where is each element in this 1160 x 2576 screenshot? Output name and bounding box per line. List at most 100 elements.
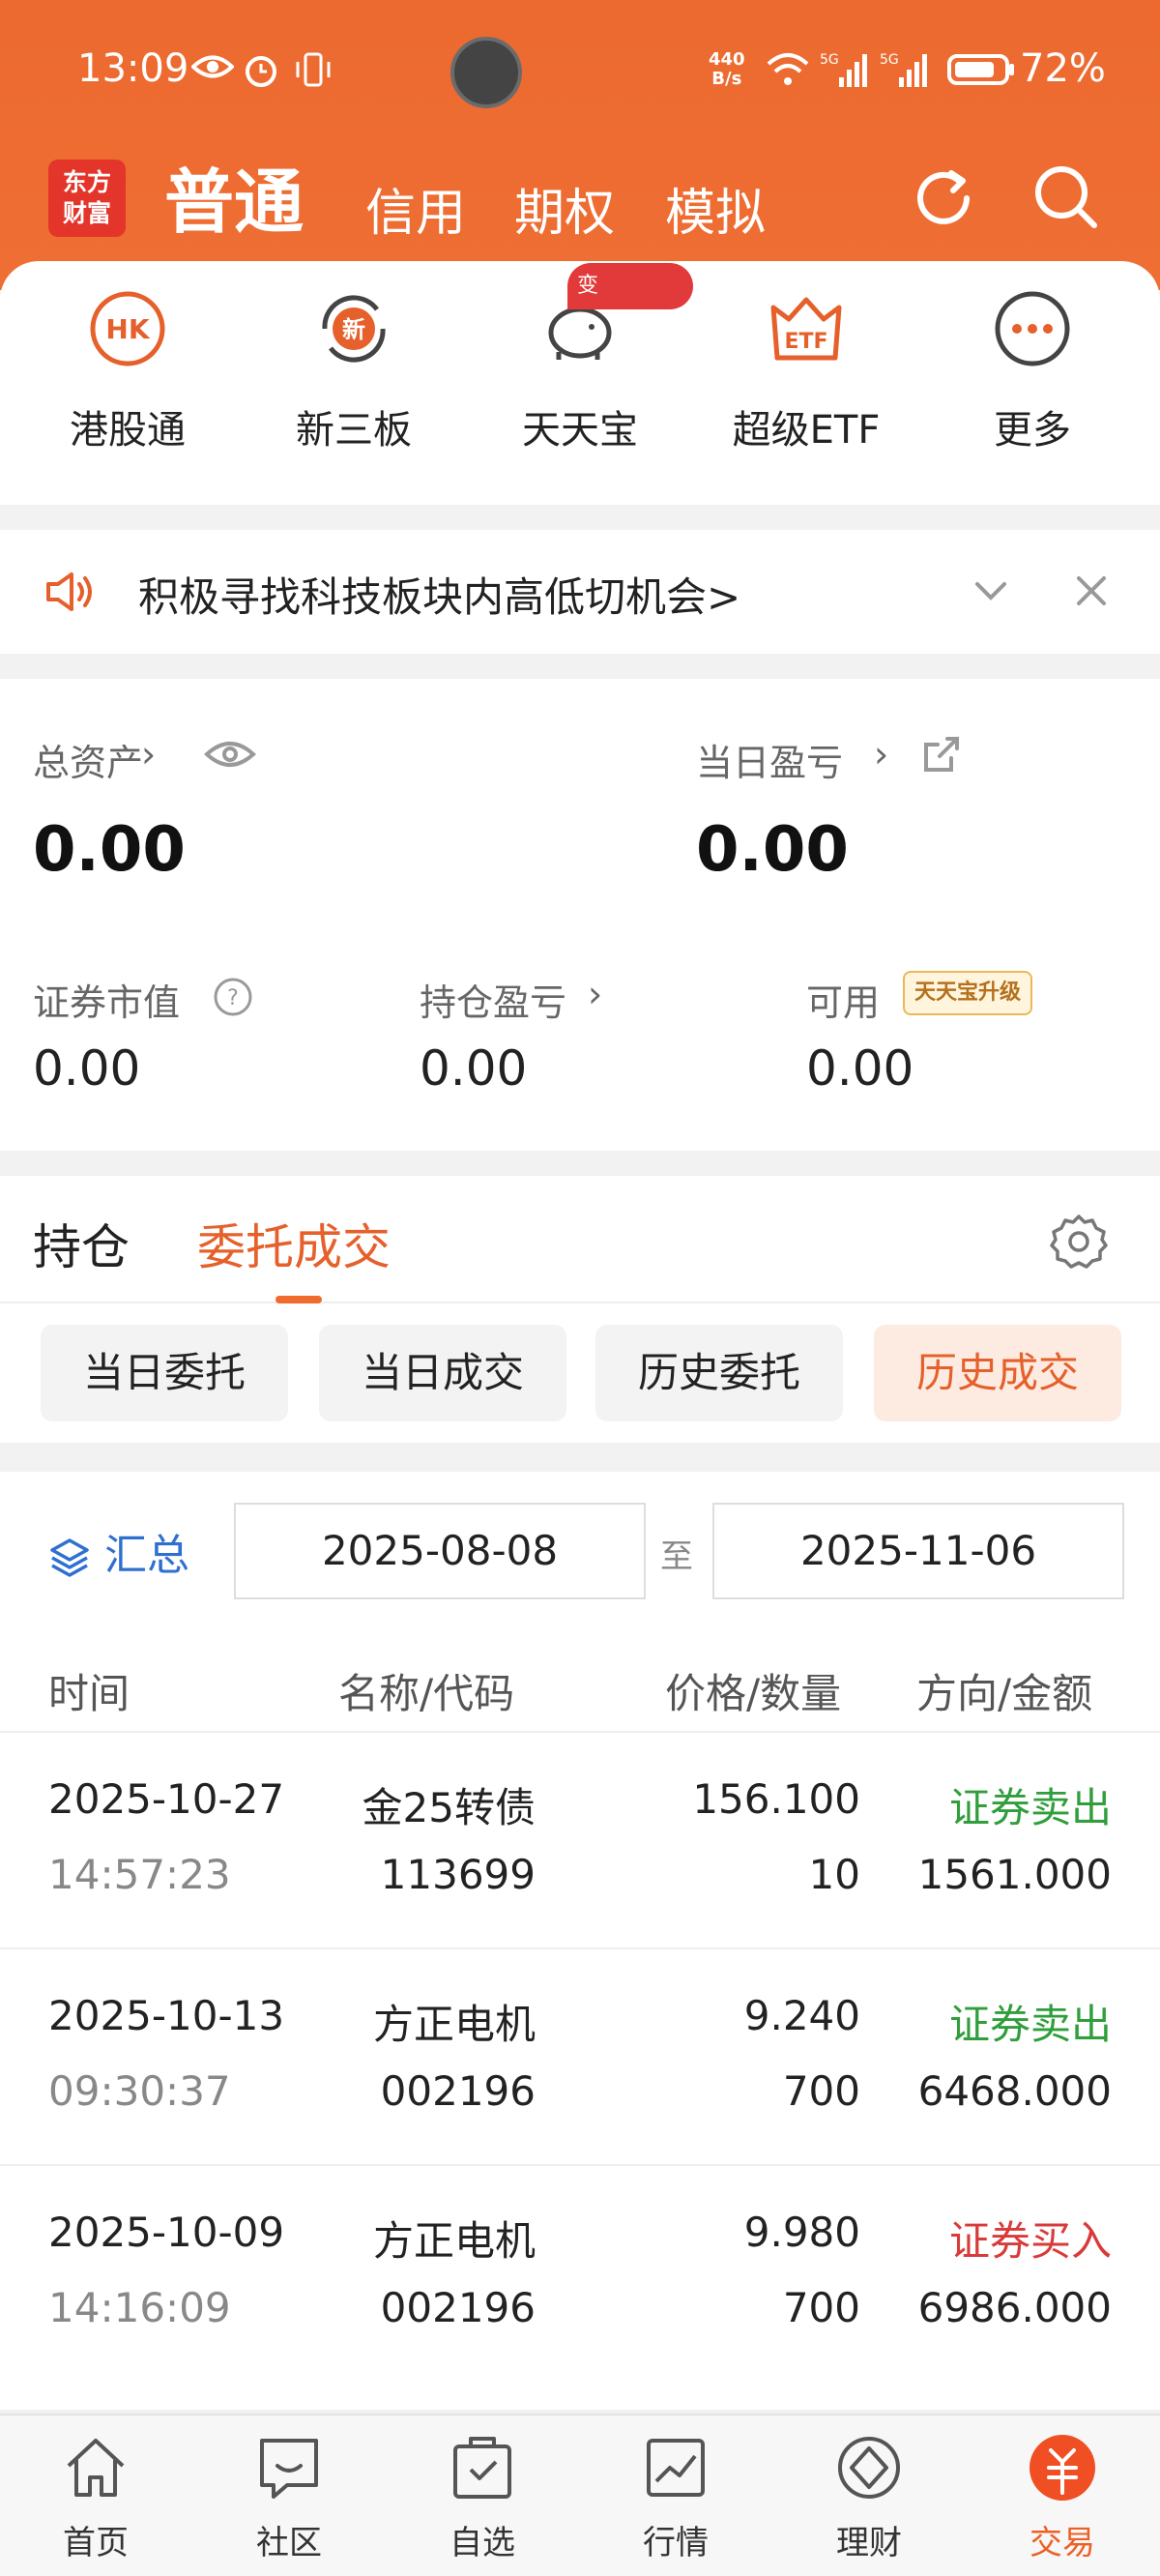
- nav-label: 理财: [836, 2524, 902, 2562]
- trade-direction: 证券买入: [948, 2217, 1112, 2265]
- nav-label: 交易: [1030, 2524, 1095, 2562]
- daily-pl-value: 0.00: [696, 814, 849, 886]
- stock-name: 方正电机: [372, 2217, 536, 2265]
- account-mode-bar: 东方 财富 普通 信用 期权 模拟: [0, 145, 1160, 251]
- trade-price: 9.240: [743, 1992, 860, 2039]
- status-time: 13:09: [77, 46, 189, 91]
- mode-tab-options[interactable]: 期权: [514, 172, 615, 245]
- summary-button[interactable]: 汇总: [48, 1520, 189, 1582]
- trade-date: 2025-10-27: [48, 1775, 285, 1823]
- end-date-field[interactable]: 2025-11-06: [712, 1503, 1124, 1599]
- battery-icon: [947, 54, 1014, 85]
- quick-label: 天天宝: [522, 408, 638, 453]
- summary-label: 汇总: [104, 1531, 189, 1580]
- trade-quantity: 700: [782, 2067, 860, 2115]
- quick-label: 新三板: [296, 408, 412, 453]
- eye-toggle-icon[interactable]: [203, 737, 257, 772]
- bottom-navigation: 首页 社区 自选 行情 理财 交易: [0, 2414, 1160, 2576]
- trade-history: 汇总 2025-08-08 至 2025-11-06 时间 名称/代码 价格/数…: [0, 1472, 1160, 2410]
- upgrade-tag[interactable]: 天天宝升级: [903, 971, 1033, 1015]
- trade-time: 14:57:23: [48, 1851, 231, 1898]
- nav-community[interactable]: 社区: [217, 2433, 362, 2563]
- net-speed-unit: B/s: [711, 69, 742, 89]
- layers-icon: [50, 1538, 89, 1577]
- svg-text:?: ?: [227, 986, 239, 1010]
- tab-orders[interactable]: 委托成交: [197, 1209, 391, 1278]
- svg-text:ETF: ETF: [784, 330, 827, 354]
- subtab-history-trades[interactable]: 历史成交: [874, 1325, 1121, 1421]
- mode-tab-normal[interactable]: 普通: [164, 145, 304, 247]
- quick-item-hk-connect[interactable]: HK 港股通: [31, 288, 224, 454]
- status-bar: 13:09 440 B/s 5G 5G 72%: [0, 37, 1160, 108]
- chevron-right-icon: ›: [588, 973, 603, 1015]
- mode-tab-simulated[interactable]: 模拟: [665, 172, 766, 245]
- quick-item-more[interactable]: 更多: [936, 288, 1129, 454]
- nav-label: 首页: [63, 2524, 129, 2562]
- wifi-icon: [767, 53, 809, 85]
- tab-holdings[interactable]: 持仓: [33, 1209, 130, 1278]
- position-tabs: 持仓 委托成交: [0, 1176, 1160, 1303]
- quick-label: 超级ETF: [732, 408, 881, 453]
- app-logo: 东方 财富: [48, 160, 126, 237]
- network-speed: 440 B/s: [709, 50, 745, 89]
- subtab-history-orders[interactable]: 历史委托: [595, 1325, 843, 1421]
- nav-label: 行情: [643, 2524, 709, 2562]
- nav-label: 自选: [450, 2524, 515, 2562]
- active-tab-indicator: [276, 1296, 322, 1303]
- trade-icon: [1030, 2435, 1095, 2501]
- trade-date: 2025-10-09: [48, 2209, 285, 2256]
- header-price-qty: 价格/数量: [665, 1670, 842, 1717]
- notice-text[interactable]: 积极寻找科技板块内高低切机会>: [138, 565, 740, 624]
- table-row[interactable]: 2025-10-13 09:30:37 方正电机 002196 9.240 70…: [0, 1947, 1160, 2164]
- more-dots-icon: [995, 291, 1070, 366]
- chevron-down-icon[interactable]: [972, 576, 1010, 605]
- table-row[interactable]: 2025-10-27 14:57:23 金25转债 113699 156.100…: [0, 1731, 1160, 1947]
- order-subtabs: 当日委托 当日成交 历史委托 历史成交: [0, 1303, 1160, 1443]
- trade-direction: 证券卖出: [948, 1784, 1112, 1831]
- refresh-icon[interactable]: [907, 160, 984, 237]
- trade-amount: 6986.000: [917, 2284, 1112, 2331]
- total-assets-label[interactable]: 总资产: [33, 733, 143, 786]
- trade-price: 156.100: [692, 1775, 860, 1823]
- notice-bar[interactable]: 积极寻找科技板块内高低切机会>: [0, 530, 1160, 654]
- nav-wealth[interactable]: 理财: [797, 2433, 942, 2563]
- start-date-field[interactable]: 2025-08-08: [234, 1503, 646, 1599]
- mode-tab-credit[interactable]: 信用: [365, 172, 466, 245]
- trade-time: 14:16:09: [48, 2284, 231, 2331]
- share-external-icon[interactable]: [922, 735, 961, 774]
- help-icon[interactable]: ?: [213, 977, 253, 1017]
- subtab-today-orders[interactable]: 当日委托: [41, 1325, 288, 1421]
- alarm-icon: [246, 56, 276, 87]
- quick-item-super-etf[interactable]: ETF 超级ETF: [710, 288, 903, 454]
- quick-label: 港股通: [70, 408, 186, 453]
- change-badge: 变: [567, 263, 693, 309]
- trade-direction: 证券卖出: [948, 2001, 1112, 2048]
- market-value: 0.00: [33, 1040, 141, 1097]
- search-icon[interactable]: [1027, 160, 1104, 237]
- position-pl-value: 0.00: [420, 1040, 528, 1097]
- close-icon[interactable]: [1073, 572, 1110, 609]
- nav-trade[interactable]: 交易: [990, 2433, 1135, 2563]
- available-label: 可用: [806, 981, 881, 1024]
- speaker-icon: [46, 572, 92, 611]
- signal-5g-icon-2: 5G: [880, 52, 927, 87]
- svg-text:HK: HK: [105, 313, 150, 345]
- nav-home[interactable]: 首页: [23, 2433, 168, 2563]
- wealth-icon: [838, 2437, 900, 2499]
- date-separator: 至: [660, 1537, 693, 1576]
- vibrate-icon: [296, 52, 331, 87]
- gear-icon[interactable]: [1048, 1211, 1110, 1273]
- quick-item-tiantianbao[interactable]: 天天宝: [483, 288, 677, 454]
- stock-name: 金25转债: [362, 1784, 536, 1831]
- nav-market[interactable]: 行情: [603, 2433, 748, 2563]
- quick-item-new-third-board[interactable]: 新 新三板: [257, 288, 450, 454]
- chevron-right-icon: ›: [141, 733, 157, 776]
- subtab-today-trades[interactable]: 当日成交: [319, 1325, 566, 1421]
- daily-pl-label[interactable]: 当日盈亏: [696, 733, 843, 786]
- available-value: 0.00: [806, 1040, 914, 1097]
- position-pl-label[interactable]: 持仓盈亏: [420, 973, 566, 1026]
- market-chart-icon: [647, 2439, 705, 2497]
- nav-watchlist[interactable]: 自选: [410, 2433, 555, 2563]
- media-thumbnail: [450, 37, 522, 108]
- table-row[interactable]: 2025-10-09 14:16:09 方正电机 002196 9.980 70…: [0, 2164, 1160, 2381]
